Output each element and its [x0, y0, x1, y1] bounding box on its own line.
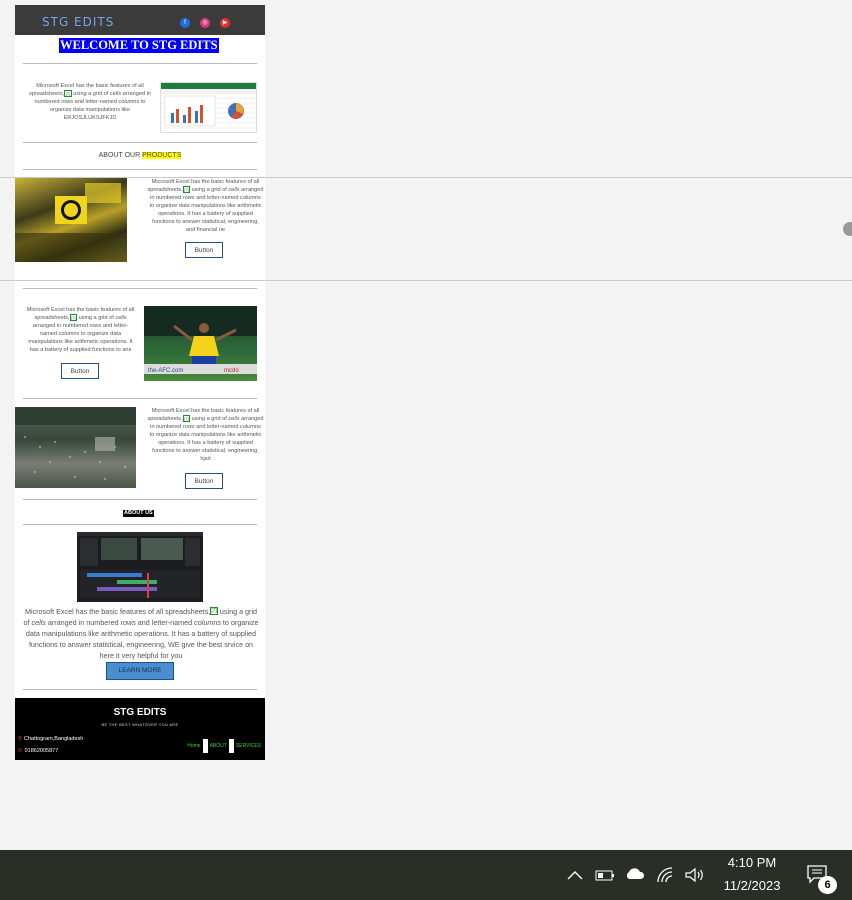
- guide-line: [0, 177, 852, 178]
- notification-count-badge: 6: [818, 876, 837, 894]
- intro-text: Microsoft Excel has the basic features o…: [29, 83, 151, 121]
- volume-icon[interactable]: [684, 866, 706, 884]
- divider: [23, 398, 257, 399]
- footer-link-home[interactable]: Home: [185, 743, 202, 749]
- product-1-text: Microsoft Excel has the basic features o…: [147, 179, 264, 233]
- site-footer: STG EDITS BE THE BEST WHATOVER YOU ARE ⚲…: [15, 698, 265, 760]
- facebook-icon[interactable]: f: [180, 18, 190, 28]
- footer-link-about[interactable]: ABOUT: [208, 743, 229, 749]
- footer-link-services[interactable]: SERVICES: [234, 743, 263, 749]
- guide-line: [0, 280, 852, 281]
- product-2-button[interactable]: Button: [61, 363, 99, 379]
- drag-handle[interactable]: [843, 222, 852, 236]
- divider: [23, 169, 257, 170]
- footer-nav: Home ABOUT SERVICES: [185, 739, 263, 753]
- welcome-heading: WELCOME TO STG EDITS: [59, 38, 219, 53]
- location-pin-icon: ⚲: [18, 736, 23, 742]
- wifi-icon[interactable]: [656, 866, 674, 884]
- divider: [23, 288, 257, 289]
- battery-icon[interactable]: [595, 869, 615, 882]
- svg-text:the-AFC.com: the-AFC.com: [148, 368, 183, 374]
- product-1-button[interactable]: Button: [185, 242, 223, 258]
- divider: [23, 142, 257, 143]
- video-editor-screenshot-image: [77, 532, 203, 602]
- stadium-crowd-yellow-image: [15, 178, 127, 262]
- svg-text:mcdo: mcdo: [224, 368, 239, 374]
- taskbar-date[interactable]: 11/2/2023: [712, 878, 792, 893]
- chevron-up-icon[interactable]: [566, 868, 584, 882]
- onedrive-cloud-icon[interactable]: [624, 867, 646, 881]
- product-3-text: Microsoft Excel has the basic features o…: [147, 408, 264, 462]
- youtube-icon[interactable]: ▶: [220, 18, 230, 28]
- footer-title: STG EDITS: [113, 707, 167, 718]
- learn-more-button[interactable]: LEARN MORE: [106, 662, 174, 680]
- footer-tagline: BE THE BEST WHATOVER YOU ARE: [101, 722, 179, 727]
- site-header: STG EDITS f ◎ ▶: [15, 5, 265, 35]
- divider: [23, 524, 257, 525]
- site-logo[interactable]: STG EDITS: [42, 15, 114, 29]
- divider: [23, 689, 257, 690]
- footer-phone: ✆ 01862005877: [18, 748, 59, 754]
- about-products-heading: ABOUT OUR PRODUCTS: [98, 152, 182, 159]
- product-3-button[interactable]: Button: [185, 473, 223, 489]
- about-us-heading: ABOUT US: [123, 510, 154, 517]
- footer-link-separator: [202, 739, 208, 753]
- taskbar-time[interactable]: 4:10 PM: [712, 855, 792, 870]
- football-player-image: the-AFC.com mcdo: [144, 306, 257, 381]
- product-2-text: Microsoft Excel has the basic features o…: [26, 307, 135, 353]
- excel-screenshot-image: [160, 82, 257, 133]
- about-us-text: Microsoft Excel has the basic features o…: [23, 607, 259, 660]
- footer-location: ⚲ Chattogram,Bangladesh: [18, 736, 84, 742]
- divider: [23, 63, 257, 64]
- phone-icon: ✆: [18, 748, 23, 754]
- crowd-aerial-image: [15, 407, 136, 488]
- instagram-icon[interactable]: ◎: [200, 18, 210, 28]
- divider: [23, 499, 257, 500]
- webpage: STG EDITS f ◎ ▶ WELCOME TO STG EDITS Mic…: [15, 5, 265, 760]
